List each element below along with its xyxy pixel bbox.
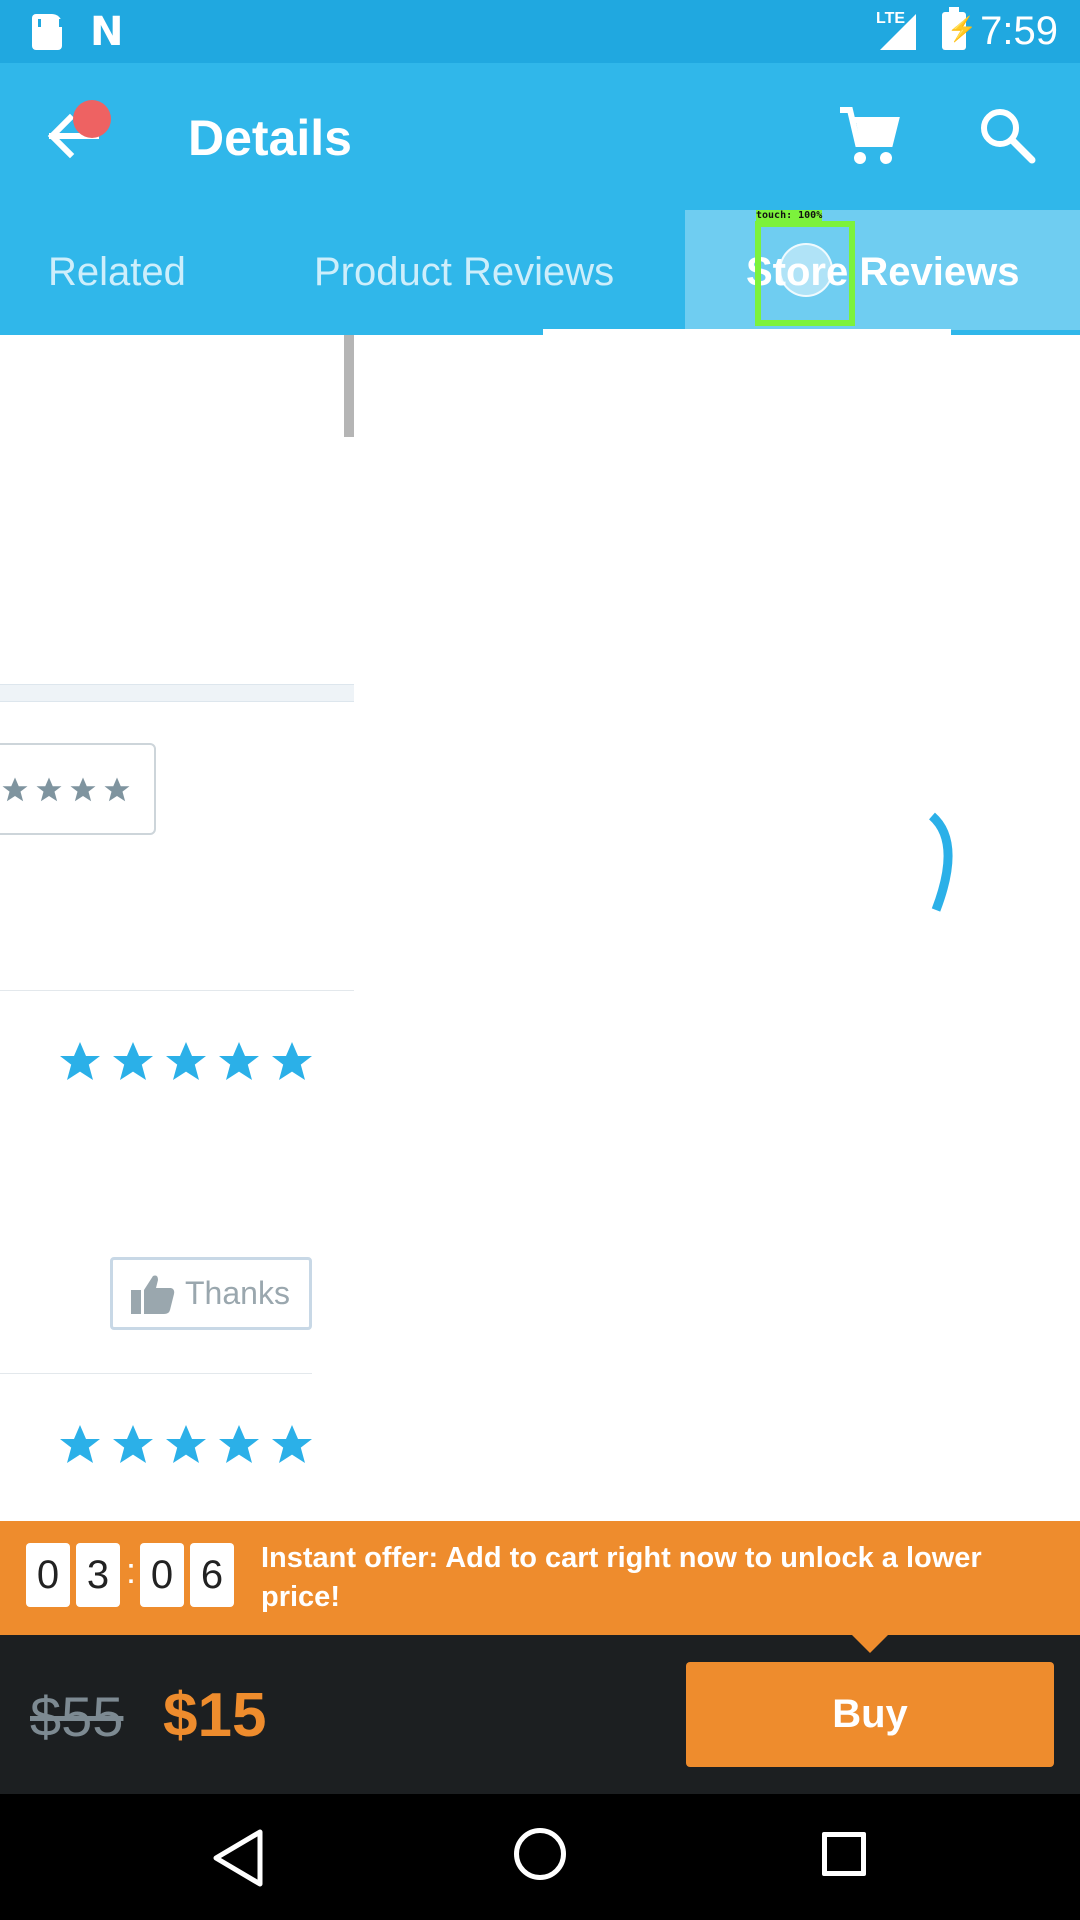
star-icon [36, 777, 62, 802]
clock: 7:59 [980, 9, 1058, 53]
star-icon [60, 1425, 100, 1463]
notification-dot [73, 100, 111, 138]
battery-charging-icon: ⚡ [942, 7, 977, 50]
star-icon [272, 1425, 312, 1463]
offer-pointer [852, 1635, 888, 1653]
screen: N LTE ⚡ 7:59 Details Related Product Rev… [0, 0, 1080, 1920]
star-icon [219, 1042, 259, 1080]
review-rating-stars [56, 1421, 316, 1473]
star-icon [60, 1042, 100, 1080]
timer-digit: 0 [26, 1543, 70, 1607]
tab-related[interactable]: Related [48, 210, 186, 335]
page-title: Details [188, 110, 352, 166]
tab-bar: Related Product Reviews Store Reviews [0, 210, 1080, 335]
app-bar [0, 63, 1080, 210]
buy-button[interactable]: Buy [686, 1662, 1054, 1767]
star-icon [2, 777, 28, 802]
timer-digit: 6 [190, 1543, 234, 1607]
star-icon [219, 1425, 259, 1463]
divider [0, 1373, 312, 1374]
star-icon [166, 1042, 206, 1080]
section-separator [0, 684, 354, 702]
purchase-bar: $55 $15 Buy [0, 1635, 1080, 1794]
star-icon [166, 1425, 206, 1463]
reviews-pane [0, 335, 354, 1521]
signal-icon [880, 14, 916, 50]
star-icon [70, 777, 96, 802]
timer-digit: 3 [76, 1543, 120, 1607]
star-icon [104, 777, 130, 802]
nav-home-icon[interactable] [514, 1828, 566, 1880]
star-icon [272, 1042, 312, 1080]
cart-icon[interactable] [836, 104, 900, 168]
status-bar: N LTE ⚡ 7:59 [0, 0, 1080, 63]
touch-highlight-box [755, 221, 855, 326]
tab-product-reviews[interactable]: Product Reviews [314, 210, 614, 335]
timer-digit: 0 [140, 1543, 184, 1607]
offer-text: Instant offer: Add to cart right now to … [261, 1542, 982, 1613]
sale-price: $15 [163, 1681, 267, 1750]
touch-label: touch: 100% [756, 210, 823, 222]
loading-spinner-icon [928, 812, 953, 912]
thanks-button[interactable]: Thanks [110, 1257, 312, 1330]
sd-card-icon [32, 14, 62, 50]
nav-back-icon[interactable] [210, 1828, 266, 1888]
instant-offer-banner[interactable]: 0 3 : 0 6 Instant offer: Add to cart rig… [0, 1521, 1080, 1635]
system-nav-bar [0, 1794, 1080, 1920]
timer-separator: : [126, 1550, 137, 1591]
star-icon [113, 1042, 153, 1080]
rating-filter[interactable] [0, 743, 156, 835]
thanks-label: Thanks [185, 1275, 290, 1311]
scrollbar[interactable] [344, 335, 354, 437]
original-price: $55 [30, 1685, 124, 1748]
n-logo-icon: N [90, 9, 124, 55]
tab-indicator [543, 329, 951, 335]
thumbs-up-icon [131, 1275, 175, 1314]
nav-recents-icon[interactable] [822, 1832, 866, 1876]
review-rating-stars [56, 1038, 316, 1090]
star-icon [113, 1425, 153, 1463]
search-icon[interactable] [976, 104, 1040, 168]
divider [0, 990, 354, 991]
